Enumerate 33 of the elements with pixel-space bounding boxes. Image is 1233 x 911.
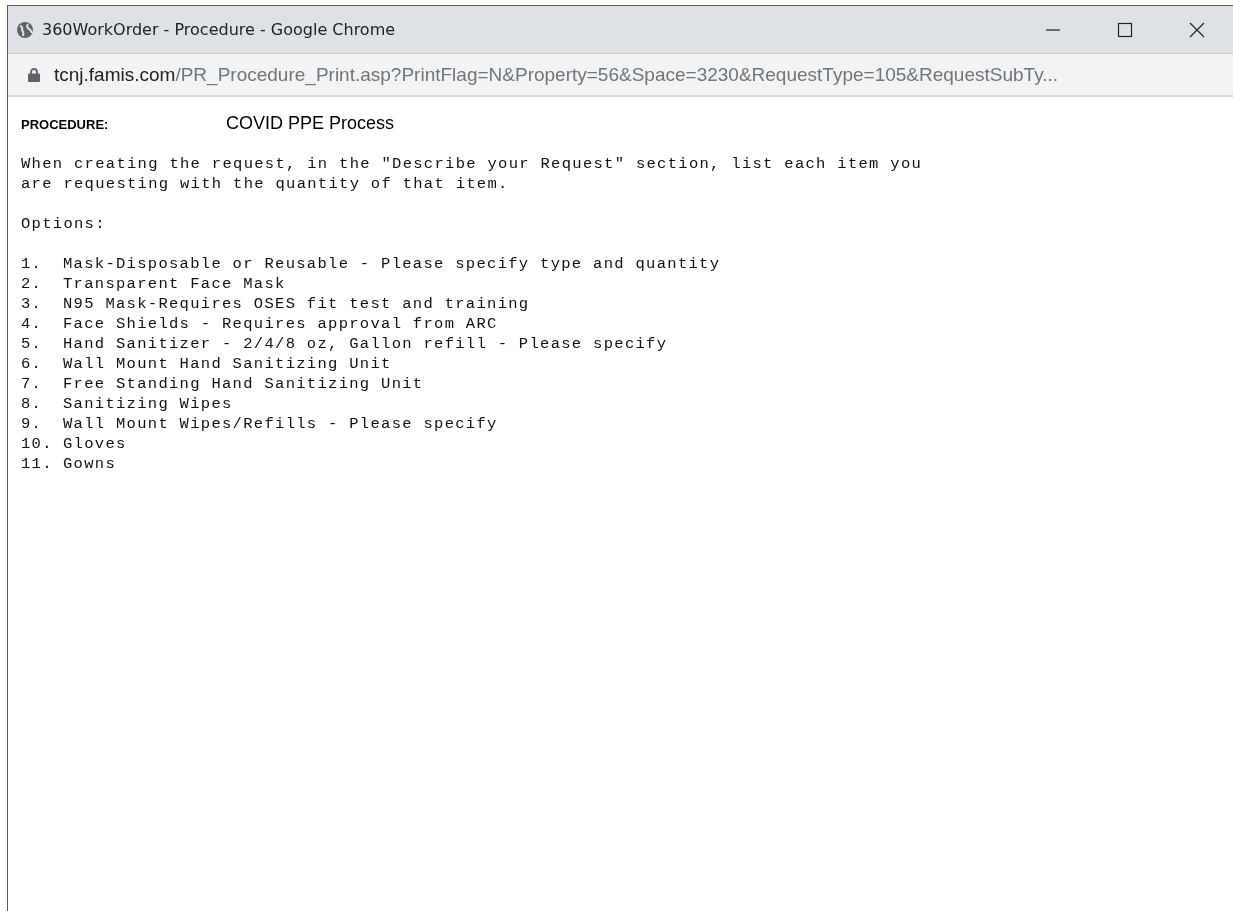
option-number: 5. [21,334,44,354]
procedure-name: COVID PPE Process [226,113,395,134]
lock-icon [28,67,40,82]
option-number: 11. [21,454,54,474]
option-text: Free Standing Hand Sanitizing Unit [63,374,424,394]
globe-icon [16,20,34,39]
option-number: 3. [21,294,44,314]
option-text: Transparent Face Mask [63,274,286,294]
option-text: Face Shields - Requires approval from ARC [63,314,498,334]
maximize-icon[interactable] [1117,21,1133,38]
option-number: 7. [21,374,44,394]
option-text: Gowns [63,454,116,474]
option-number: 6. [21,354,44,374]
intro-paragraph: When creating the request, in the "Describe your Request" section, list each item you are requesting with the quantity of that item. [21,154,924,194]
window-title: 360WorkOrder - Procedure - Google Chrome [42,20,397,39]
close-icon[interactable] [1189,21,1205,38]
option-number: 10. [21,434,54,454]
option-number: 9. [21,414,44,434]
option-text: Mask-Disposable or Reusable - Please specify type and quantity [63,254,721,274]
option-number: 1. [21,254,44,274]
options-heading: Options: [21,214,107,234]
option-text: Gloves [63,434,127,454]
option-text: Hand Sanitizer - 2/4/8 oz, Gallon refill - Please specify [63,334,668,354]
procedure-label: PROCEDURE: [21,117,110,132]
option-text: Sanitizing Wipes [63,394,233,414]
option-number: 8. [21,394,44,414]
address-bar[interactable]: tcnj.famis.com/PR_Procedure_Print.asp?PrintFlag=N&Property=56&Space=3230&RequestType=105&RequestSubTy... [8,54,1233,97]
url-text: tcnj.famis.com/PR_Procedure_Print.asp?PrintFlag=N&Property=56&Space=3230&RequestType=105&RequestSubTy... [54,63,1059,86]
option-text: Wall Mount Hand Sanitizing Unit [63,354,392,374]
option-text: N95 Mask-Requires OSES fit test and training [63,294,530,314]
option-number: 2. [21,274,44,294]
option-number: 4. [21,314,44,334]
option-text: Wall Mount Wipes/Refills - Please specify [63,414,498,434]
